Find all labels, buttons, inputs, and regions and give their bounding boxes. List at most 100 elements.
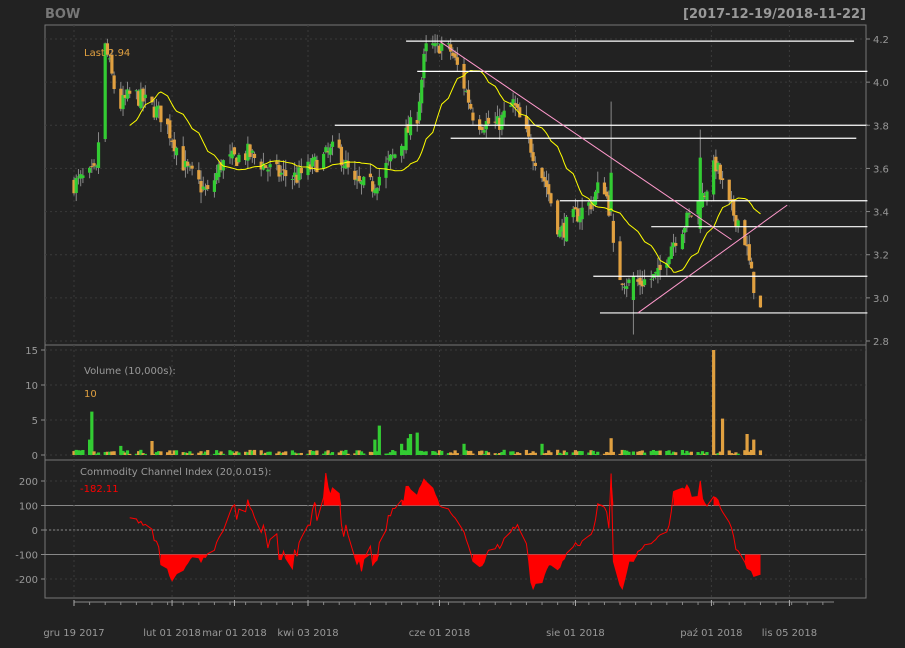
volume-bar bbox=[689, 451, 693, 455]
candle-down bbox=[743, 220, 747, 246]
volume-bar bbox=[112, 451, 116, 455]
candle-down bbox=[720, 178, 725, 181]
candle-up bbox=[74, 177, 78, 193]
candle-down bbox=[540, 167, 544, 179]
candle-down bbox=[186, 161, 190, 166]
candle-up bbox=[279, 172, 283, 175]
candle-up bbox=[424, 43, 428, 52]
candle-up bbox=[362, 176, 366, 186]
volume-bar bbox=[424, 451, 428, 455]
candle-down bbox=[357, 175, 361, 182]
x-tick-label: kwi 03 2018 bbox=[277, 628, 338, 639]
volume-bar bbox=[190, 453, 194, 455]
candle-down bbox=[206, 185, 210, 190]
candle-up bbox=[687, 212, 691, 215]
candle-down bbox=[415, 119, 419, 124]
price-tick-label: 3.6 bbox=[873, 164, 889, 175]
candle-up bbox=[96, 142, 101, 168]
cci-last-value: -182.11 bbox=[80, 484, 119, 495]
candle-down bbox=[689, 215, 693, 217]
volume-bar bbox=[736, 453, 740, 455]
candle-down bbox=[368, 173, 373, 178]
volume-bar bbox=[159, 451, 163, 455]
candle-down bbox=[718, 164, 722, 180]
volume-bar bbox=[549, 452, 553, 455]
candle-down bbox=[277, 164, 281, 177]
candle-up bbox=[440, 43, 444, 51]
candle-down bbox=[658, 264, 662, 270]
volume-bar bbox=[712, 350, 716, 455]
candle-up bbox=[596, 182, 600, 194]
cci-tick-label: -100 bbox=[15, 551, 38, 562]
x-tick-label: paź 01 2018 bbox=[680, 627, 742, 639]
candle-up bbox=[580, 207, 584, 220]
candle-down bbox=[674, 243, 678, 246]
volume-bar bbox=[330, 452, 335, 455]
figure-background bbox=[0, 0, 905, 644]
date-range-label: [2017-12-19/2018-11-22] bbox=[683, 7, 866, 22]
chart-title: BOW bbox=[45, 7, 80, 22]
volume-bar bbox=[611, 451, 615, 455]
candle-down bbox=[727, 179, 731, 201]
volume-tick-label: 10 bbox=[25, 381, 38, 392]
candle-up bbox=[408, 117, 413, 136]
candle-down bbox=[466, 89, 471, 103]
volume-bar bbox=[580, 451, 584, 455]
candle-down bbox=[611, 220, 615, 243]
price-tick-label: 3.0 bbox=[873, 294, 889, 305]
candle-down bbox=[339, 146, 344, 166]
volume-bar bbox=[502, 449, 506, 455]
volume-bar bbox=[237, 452, 241, 455]
candle-up bbox=[417, 101, 422, 121]
candle-up bbox=[266, 169, 270, 172]
candle-down bbox=[732, 199, 736, 216]
candle-down bbox=[531, 152, 535, 162]
volume-bar bbox=[408, 434, 413, 455]
candle-down bbox=[471, 112, 475, 121]
volume-bar bbox=[128, 453, 132, 455]
candle-up bbox=[669, 246, 673, 259]
volume-bar bbox=[299, 452, 303, 455]
candle-down bbox=[620, 283, 624, 285]
x-tick-label: lis 05 2018 bbox=[762, 628, 817, 639]
candle-up bbox=[435, 43, 439, 45]
volume-bar bbox=[362, 453, 366, 455]
volume-last-value: 10 bbox=[84, 389, 97, 400]
price-tick-label: 4.0 bbox=[873, 78, 889, 89]
candle-up bbox=[446, 43, 451, 45]
cci-label: Commodity Channel Index (20,0.015): bbox=[80, 467, 272, 478]
candle-down bbox=[197, 170, 201, 180]
candle-down bbox=[469, 103, 473, 109]
candle-down bbox=[252, 153, 257, 159]
candle-up bbox=[143, 94, 147, 99]
volume-bar bbox=[393, 451, 397, 455]
candle-up bbox=[201, 186, 205, 190]
candle-up bbox=[377, 176, 381, 186]
volume-bar bbox=[440, 450, 444, 455]
candle-up bbox=[375, 188, 379, 194]
candle-down bbox=[618, 241, 622, 281]
candle-up bbox=[384, 162, 388, 178]
volume-bar bbox=[315, 450, 319, 455]
x-tick-label: cze 01 2018 bbox=[409, 628, 470, 639]
volume-bar bbox=[81, 449, 85, 455]
candle-up bbox=[250, 150, 254, 153]
candle-down bbox=[315, 159, 319, 173]
candle-down bbox=[190, 165, 194, 169]
candle-up bbox=[609, 172, 613, 212]
candle-up bbox=[422, 53, 426, 79]
volume-bar bbox=[631, 451, 636, 455]
candle-down bbox=[264, 165, 268, 168]
candle-up bbox=[700, 192, 705, 208]
candle-up bbox=[627, 279, 631, 284]
candle-up bbox=[388, 154, 393, 162]
candle-down bbox=[749, 261, 754, 269]
candle-down bbox=[128, 90, 132, 94]
candle-up bbox=[212, 180, 217, 192]
candle-down bbox=[284, 170, 288, 177]
candle-up bbox=[88, 167, 92, 173]
volume-bar bbox=[486, 452, 491, 455]
volume-bar bbox=[455, 453, 459, 455]
candle-down bbox=[353, 170, 357, 180]
volume-bar bbox=[252, 449, 257, 455]
